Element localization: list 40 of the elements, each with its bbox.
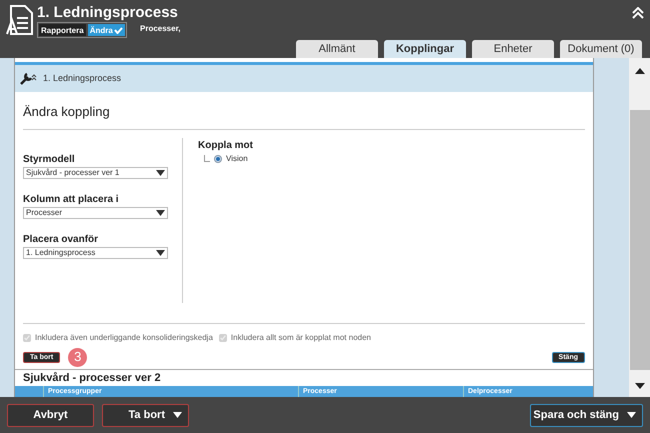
- node-row[interactable]: 1. Ledningsprocess: [15, 62, 593, 92]
- step-badge: 3: [68, 348, 88, 366]
- scrollbar-thumb[interactable]: [630, 110, 650, 370]
- document-icon: [5, 4, 35, 36]
- page-title: 1. Ledningsprocess: [37, 3, 178, 23]
- caret-icon: [156, 250, 165, 256]
- radio-icon[interactable]: [214, 154, 222, 162]
- checkbox-label: Inkludera även underliggande konsolideringskedja: [35, 332, 213, 344]
- scroll-up-icon[interactable]: [634, 68, 644, 74]
- dropdown-field[interactable]: Processer: [23, 206, 168, 218]
- caret-icon: [156, 210, 165, 216]
- scroll-down-icon[interactable]: [634, 383, 644, 389]
- wrench-icon: [19, 72, 37, 86]
- field-label: Kolumn att placera i: [23, 192, 120, 206]
- mode-button[interactable]: Rapportera: [39, 24, 86, 36]
- collapse-icon[interactable]: [632, 7, 644, 19]
- scrollbar[interactable]: [629, 58, 650, 397]
- field-label: Placera ovanför: [23, 232, 100, 246]
- breadcrumb: Processer,: [140, 23, 180, 35]
- field-label: Styrmodell: [23, 152, 76, 166]
- dropdown-field[interactable]: 1. Ledningsprocess: [23, 246, 168, 258]
- checkbox-label: Inkludera allt som är kopplat mot noden: [230, 332, 371, 344]
- tab[interactable]: Kopplingar: [384, 40, 466, 58]
- tree-node-label: Vision: [226, 152, 248, 164]
- caret-icon: [173, 412, 182, 418]
- check-icon: [114, 26, 123, 34]
- caret-icon: [156, 170, 165, 176]
- dialog-title: Ändra koppling: [23, 103, 111, 121]
- connect-label: Koppla mot: [198, 138, 253, 152]
- tree-line-icon: [204, 155, 210, 162]
- dropdown-field[interactable]: Sjukvård - processer ver 1: [23, 166, 168, 178]
- tab[interactable]: Allmänt: [296, 40, 378, 58]
- save-close-button[interactable]: Spara och stäng: [530, 404, 643, 426]
- node-label: 1. Ledningsprocess: [43, 72, 122, 85]
- tab[interactable]: Enheter: [472, 40, 554, 58]
- delete-menu-button[interactable]: Ta bort: [102, 404, 189, 426]
- tab[interactable]: Dokument (0): [560, 40, 642, 58]
- section-title: Sjukvård - processer ver 2: [22, 370, 162, 386]
- cancel-button[interactable]: Avbryt: [7, 404, 94, 426]
- caret-icon: [627, 412, 636, 418]
